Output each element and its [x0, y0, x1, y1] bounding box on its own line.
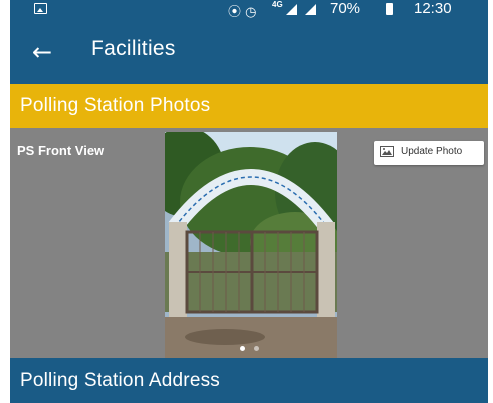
photo-icon [380, 146, 394, 157]
hotspot-icon: ⦿ [228, 5, 242, 20]
photo-label: PS Front View [17, 143, 105, 158]
status-bar: ⦿ ◷ 4G 70% 12:30 [10, 0, 488, 20]
update-photo-button[interactable]: Update Photo [374, 141, 484, 165]
battery-icon [386, 3, 393, 15]
section-header-photos: Polling Station Photos [10, 84, 488, 128]
page-title: Facilities [91, 37, 176, 60]
battery-percent: 70% [330, 0, 361, 17]
photo-panel: PS Front View Update Photo [10, 128, 488, 358]
network-type: 4G [272, 0, 283, 9]
carousel-dot[interactable] [240, 346, 245, 351]
section-title-photos: Polling Station Photos [20, 95, 211, 116]
carousel-dot[interactable] [254, 346, 260, 351]
section-title-address: Polling Station Address [20, 370, 220, 391]
app-bar: ← Facilities [10, 20, 488, 84]
alarm-icon: ◷ [245, 5, 257, 20]
section-header-address: Polling Station Address [10, 358, 488, 403]
app-screen: ⦿ ◷ 4G 70% 12:30 ← Facilities Polling St… [10, 0, 488, 403]
carousel-indicator [240, 338, 264, 356]
polling-station-photo[interactable] [165, 132, 337, 358]
signal-icon [305, 4, 316, 15]
update-photo-label: Update Photo [401, 146, 463, 157]
signal-icon [286, 4, 297, 15]
arrow-left-icon[interactable]: ← [26, 36, 58, 68]
clock: 12:30 [414, 0, 452, 17]
image-icon [34, 3, 47, 14]
status-icons: ⦿ ◷ [228, 1, 257, 20]
